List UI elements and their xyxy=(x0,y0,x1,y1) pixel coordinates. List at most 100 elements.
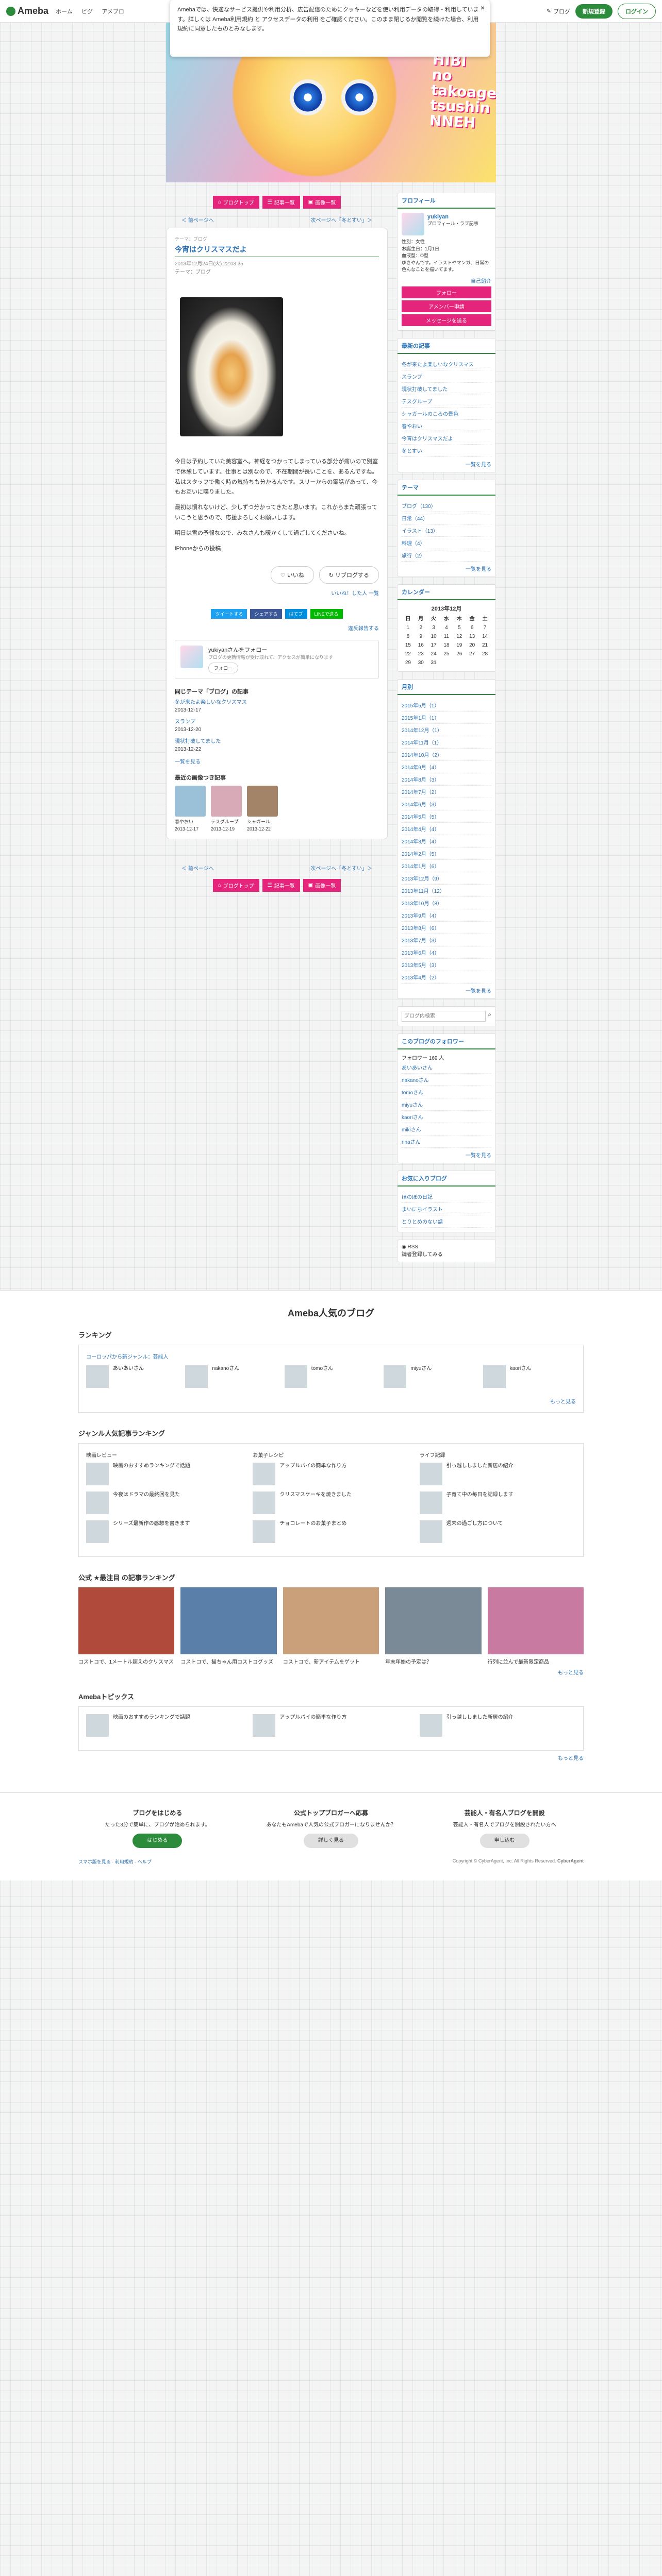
tab-images[interactable]: ▣ 画像一覧 xyxy=(303,879,341,892)
same-theme-more[interactable]: 一覧を見る xyxy=(175,759,201,765)
cal-day[interactable]: 13 xyxy=(466,632,478,641)
recent-card[interactable]: 春やおい 2013-12-17 xyxy=(175,786,206,832)
list-item[interactable]: 2014年4月（4） xyxy=(402,823,491,835)
list-item[interactable]: とりとめのない話 xyxy=(402,1215,491,1228)
list-item[interactable]: 2013年11月（12） xyxy=(402,885,491,897)
cal-day[interactable]: 24 xyxy=(427,650,440,658)
cal-day[interactable]: 10 xyxy=(427,632,440,641)
list-item[interactable]: 2013年7月（3） xyxy=(402,934,491,946)
cal-day[interactable]: 16 xyxy=(415,641,427,650)
like-button[interactable]: ♡ いいね xyxy=(270,566,314,584)
cal-day[interactable]: 5 xyxy=(453,623,466,632)
list-item[interactable]: 2014年12月（1） xyxy=(402,724,491,736)
search-input[interactable] xyxy=(402,1010,486,1022)
article-theme[interactable]: テーマ：ブログ xyxy=(175,268,379,277)
topic-card[interactable]: コストコで、猫ちゃん用コストコグッズ xyxy=(180,1587,277,1665)
ranking-item[interactable]: 今夜はドラマの最終回を見た xyxy=(86,1491,242,1514)
message-button[interactable]: メッセージを送る xyxy=(402,314,491,326)
more-link[interactable]: 一覧を見る xyxy=(402,460,491,468)
topic-card[interactable]: 年末年始の予定は？ xyxy=(385,1587,482,1665)
cal-day[interactable]: 3 xyxy=(427,623,440,632)
recent-card[interactable]: テスグループ 2013-12-19 xyxy=(211,786,242,832)
list-item[interactable]: 冬とすい xyxy=(402,445,491,457)
ranking-tab[interactable]: コーロッパから新ジャンル：芸能人 xyxy=(86,1352,576,1360)
list-item[interactable]: 春やおい xyxy=(402,420,491,432)
ranking-item[interactable]: シリーズ最新作の感想を書きます xyxy=(86,1520,242,1543)
list-item[interactable]: 2014年7月（2） xyxy=(402,786,491,798)
more-link[interactable]: もっと見る xyxy=(78,1668,584,1676)
list-item[interactable]: 冬が来たよ楽しいなクリスマス 2013-12-17 xyxy=(175,699,379,714)
cal-day[interactable]: 29 xyxy=(402,658,415,667)
list-item[interactable]: ほのぼの日記 xyxy=(402,1191,491,1203)
avatar[interactable] xyxy=(180,646,203,669)
topic-card[interactable]: コストコで、1メートル超えのクリスマス xyxy=(78,1587,175,1665)
more-link[interactable]: 一覧を見る xyxy=(402,565,491,572)
prev-page-link[interactable]: ＜ 前ページへ xyxy=(181,216,214,224)
ranking-item[interactable]: 子育て中の毎日を記録します xyxy=(419,1491,576,1514)
list-item[interactable]: 2014年5月（5） xyxy=(402,810,491,823)
list-item[interactable]: まいにちイラスト xyxy=(402,1203,491,1215)
cal-day[interactable]: 12 xyxy=(453,632,466,641)
reblog-button[interactable]: ↻ リブログする xyxy=(319,566,379,584)
tab-entries[interactable]: ☰ 記事一覧 xyxy=(262,196,300,209)
footer-link[interactable]: 利用規約 xyxy=(115,1859,134,1865)
list-item[interactable]: 2013年6月（4） xyxy=(402,946,491,959)
cal-day[interactable]: 7 xyxy=(478,623,491,632)
topic-card[interactable]: 行列に並んで最新限定商品 xyxy=(487,1587,584,1665)
ranking-item[interactable]: 引っ越ししました新居の紹介 xyxy=(419,1462,576,1485)
genre-name[interactable]: ライフ記録 xyxy=(420,1451,576,1459)
footer-link[interactable]: ヘルプ xyxy=(138,1859,152,1865)
next-page-link[interactable]: 次ページへ「冬とすい」＞ xyxy=(311,216,373,224)
topic-item[interactable]: 映画のおすすめランキングで話題 xyxy=(86,1714,242,1737)
genre-name[interactable]: お菓子レシピ xyxy=(253,1451,409,1459)
follow-button[interactable]: フォロー xyxy=(402,286,491,298)
list-item[interactable]: 2014年10月（2） xyxy=(402,749,491,761)
cal-day[interactable]: 21 xyxy=(478,641,491,650)
list-item[interactable]: ブログ（130） xyxy=(402,500,491,512)
footer-link[interactable]: スマホ版を見る xyxy=(78,1859,111,1865)
cal-day[interactable]: 28 xyxy=(478,650,491,658)
profile-more[interactable]: 自己紹介 xyxy=(402,277,491,284)
list-item[interactable]: スランプ 2013-12-20 xyxy=(175,718,379,734)
cal-day[interactable]: 27 xyxy=(466,650,478,658)
list-item[interactable]: 2014年1月（6） xyxy=(402,860,491,872)
list-item[interactable]: 2014年8月（3） xyxy=(402,773,491,786)
list-item[interactable]: 現状打破してました xyxy=(402,383,491,395)
article-photo[interactable] xyxy=(180,297,283,436)
list-item[interactable]: 2013年8月（6） xyxy=(402,922,491,934)
ameba-logo[interactable]: Ameba xyxy=(6,6,48,16)
cal-day[interactable]: 1 xyxy=(402,623,415,632)
cal-day[interactable]: 31 xyxy=(427,658,440,667)
nav-home[interactable]: ホーム xyxy=(56,9,73,15)
list-item[interactable]: 2014年11月（1） xyxy=(402,736,491,749)
tab-blog-top[interactable]: ⌂ ブログトップ xyxy=(212,879,259,892)
list-item[interactable]: 2013年10月（8） xyxy=(402,897,491,909)
more-link[interactable]: 一覧を見る xyxy=(402,987,491,994)
ranking-item[interactable]: miyuさん xyxy=(384,1365,476,1388)
ranking-item[interactable]: kaoriさん xyxy=(483,1365,576,1388)
tweet-button[interactable]: ツイートする xyxy=(211,609,247,619)
more-link[interactable]: もっと見る xyxy=(86,1397,576,1405)
ranking-item[interactable]: アップルパイの簡単な作り方 xyxy=(253,1462,409,1485)
cal-day[interactable]: 18 xyxy=(440,641,453,650)
avatar[interactable] xyxy=(402,213,424,235)
topic-card[interactable]: コストコで、新アイテムをゲット xyxy=(283,1587,379,1665)
facebook-share-button[interactable]: シェアする xyxy=(250,609,282,619)
next-page-link[interactable]: 次ページへ「冬とすい」＞ xyxy=(311,864,373,872)
list-item[interactable]: 2013年4月（2） xyxy=(402,971,491,984)
list-item[interactable]: 2015年5月（1） xyxy=(402,699,491,711)
article-title[interactable]: 今宵はクリスマスだよ xyxy=(175,242,379,257)
nav-ameblo[interactable]: アメブロ xyxy=(102,9,124,15)
cal-day[interactable]: 23 xyxy=(415,650,427,658)
recent-card[interactable]: シャガール 2013-12-22 xyxy=(247,786,278,832)
profile-label[interactable]: プロフィール・ラブ記事 xyxy=(427,220,478,227)
tab-blog-top[interactable]: ⌂ ブログトップ xyxy=(212,196,259,209)
ranking-item[interactable]: nakanoさん xyxy=(185,1365,278,1388)
list-item[interactable]: nakanoさん xyxy=(402,1074,491,1086)
rss-sub-link[interactable]: 読者登録してみる xyxy=(402,1250,491,1258)
ranking-item[interactable]: 映画のおすすめランキングで話題 xyxy=(86,1462,242,1485)
list-item[interactable]: 2014年3月（4） xyxy=(402,835,491,848)
cal-day[interactable]: 6 xyxy=(466,623,478,632)
list-item[interactable]: イラスト（13） xyxy=(402,524,491,537)
cal-day[interactable]: 20 xyxy=(466,641,478,650)
